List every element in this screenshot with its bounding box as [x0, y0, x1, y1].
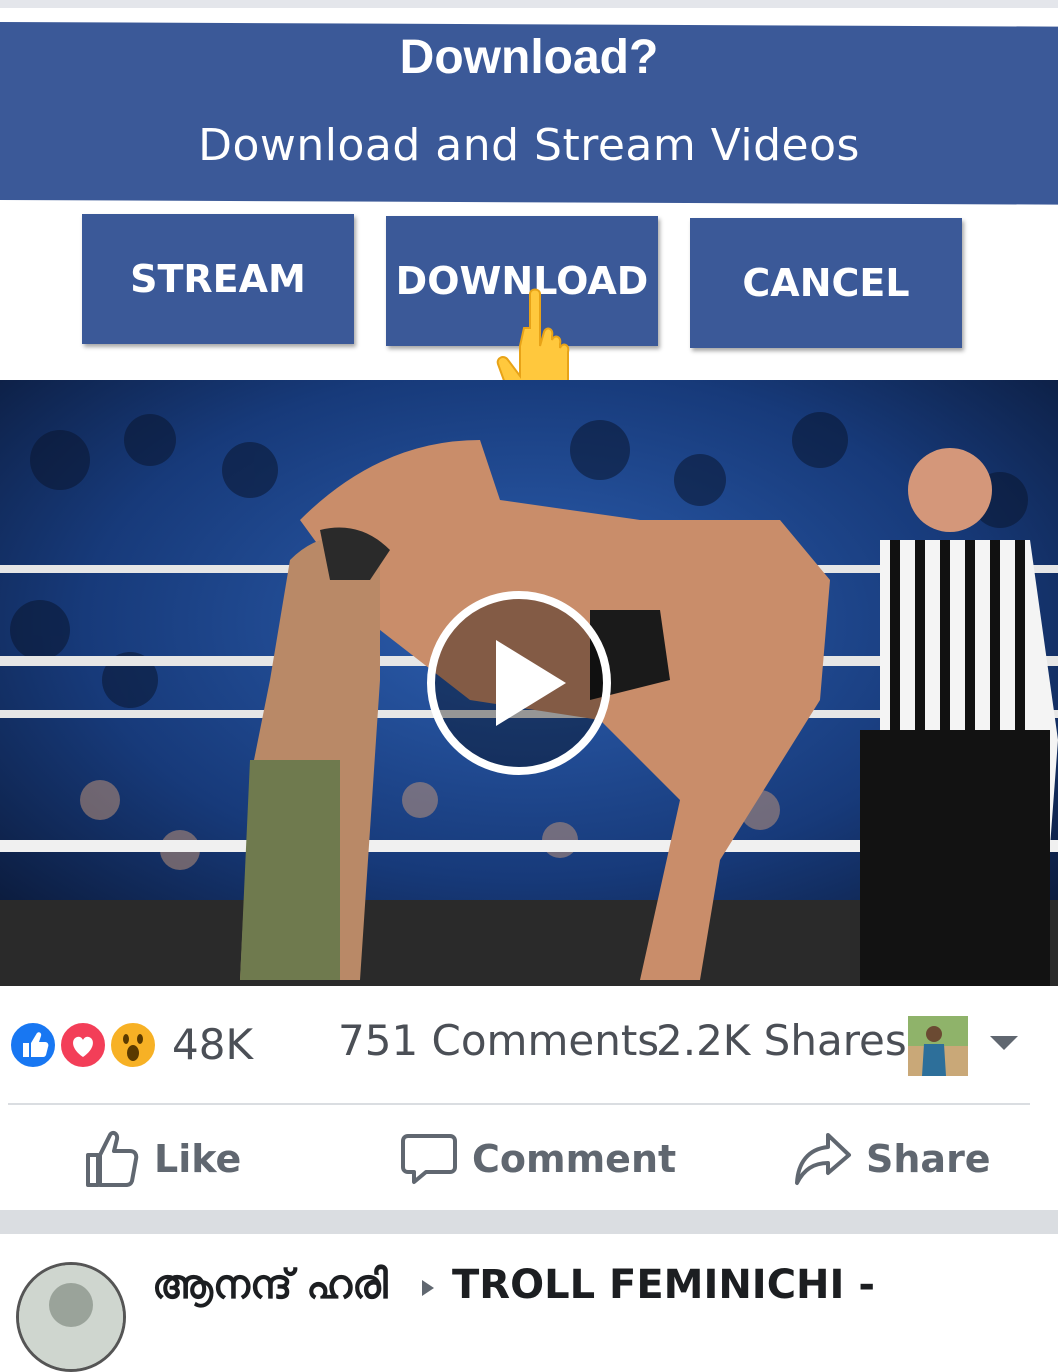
reaction-icons[interactable] [8, 1020, 168, 1072]
share-arrow-icon [795, 1133, 851, 1185]
stream-button[interactable]: STREAM [82, 214, 354, 344]
share-label: Share [866, 1137, 991, 1181]
dialog-subtitle: Download and Stream Videos [198, 120, 860, 171]
top-divider [0, 0, 1058, 8]
like-reaction-icon [8, 1020, 58, 1070]
like-button[interactable]: Like [84, 1124, 241, 1194]
love-reaction-icon [58, 1020, 108, 1070]
chevron-down-icon[interactable] [990, 1036, 1018, 1050]
next-post-group[interactable]: TROLL FEMINICHI - [452, 1262, 875, 1308]
cancel-button[interactable]: CANCEL [690, 218, 962, 348]
next-post-avatar[interactable] [16, 1262, 126, 1372]
wow-reaction-icon [108, 1020, 158, 1070]
thumbs-up-icon [86, 1130, 139, 1187]
comment-bubble-icon [401, 1134, 457, 1184]
next-post-author[interactable]: ആനന്ദ് ഹരി [152, 1262, 388, 1308]
comment-label: Comment [472, 1137, 677, 1181]
play-icon[interactable] [424, 588, 614, 778]
shares-count[interactable]: 2.2K Shares [656, 1016, 907, 1065]
comments-count[interactable]: 751 Comments [338, 1016, 659, 1065]
dialog-title: Download? [399, 31, 659, 84]
comment-button[interactable]: Comment [400, 1124, 676, 1194]
share-button[interactable]: Share [794, 1124, 991, 1194]
reaction-count[interactable]: 48K [172, 1020, 253, 1069]
like-label: Like [154, 1137, 242, 1181]
feed-separator [0, 1210, 1058, 1234]
viewer-avatar[interactable] [908, 1016, 968, 1076]
caret-right-icon [422, 1280, 434, 1296]
stats-divider [8, 1103, 1030, 1105]
